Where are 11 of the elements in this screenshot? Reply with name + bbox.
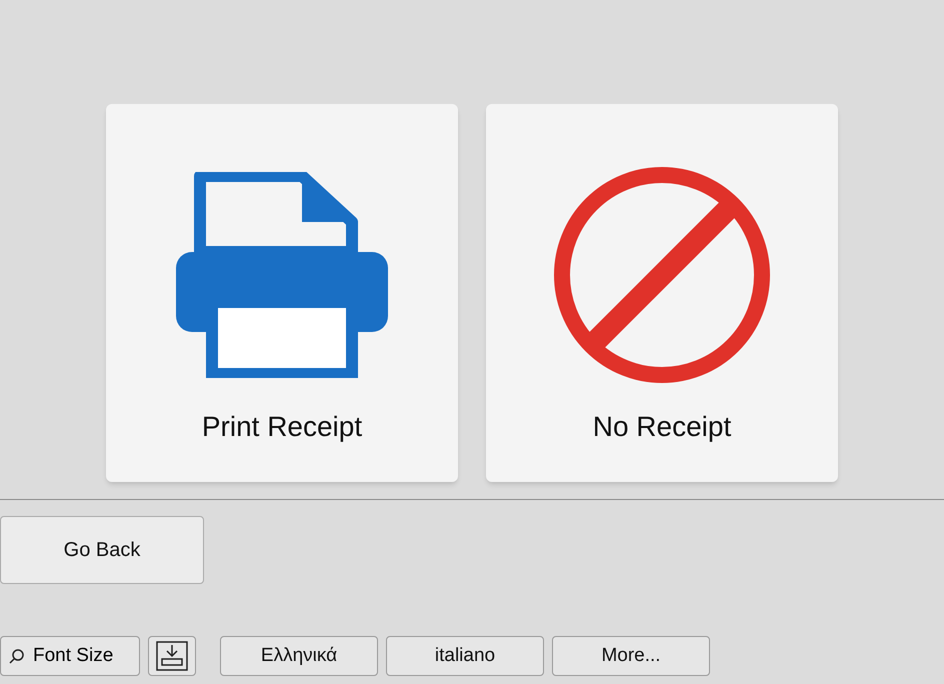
prohibited-icon — [552, 165, 772, 385]
language-button[interactable]: Ελληνικά — [220, 636, 378, 676]
go-back-button[interactable]: Go Back — [0, 516, 204, 584]
receipt-option-card[interactable]: No Receipt — [486, 104, 838, 482]
download-button[interactable] — [148, 636, 196, 676]
download-icon — [156, 641, 188, 671]
language-button[interactable]: italiano — [386, 636, 544, 676]
receipt-option-card[interactable]: Print Receipt — [106, 104, 458, 482]
language-button[interactable]: More... — [552, 636, 710, 676]
font-size-button[interactable]: Font Size — [0, 636, 140, 676]
search-icon — [9, 648, 25, 664]
